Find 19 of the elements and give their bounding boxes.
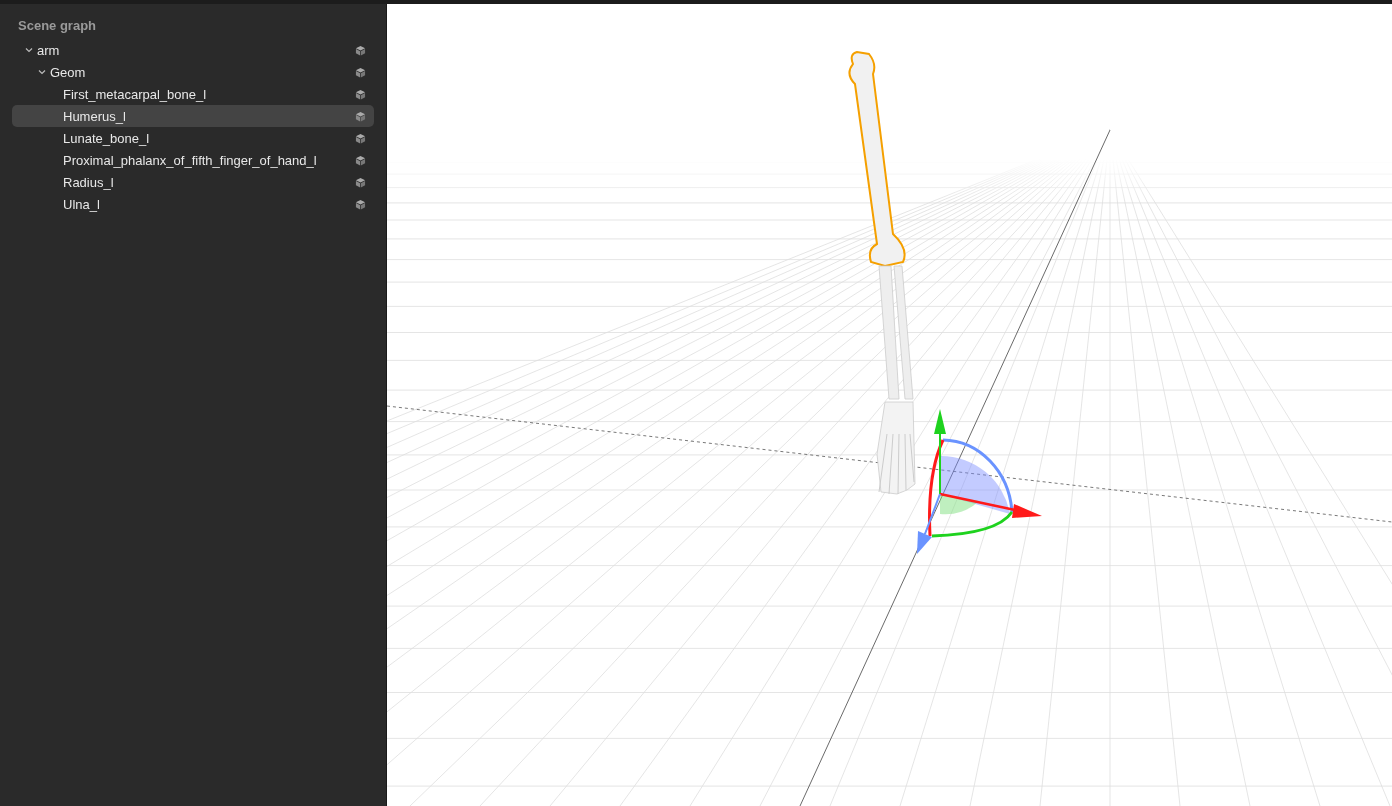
tree-item[interactable]: First_metacarpal_bone_l <box>12 83 374 105</box>
tree-item[interactable]: Proximal_phalanx_of_fifth_finger_of_hand_l <box>12 149 374 171</box>
tree-item[interactable]: Ulna_l <box>12 193 374 215</box>
cube-icon <box>355 176 366 188</box>
cube-icon <box>355 66 366 78</box>
cube-icon <box>355 154 366 166</box>
cube-icon <box>355 110 366 122</box>
chevron-icon[interactable] <box>24 45 34 55</box>
cube-icon <box>355 88 366 100</box>
tree-item[interactable]: Lunate_bone_l <box>12 127 374 149</box>
tree-item[interactable]: Radius_l <box>12 171 374 193</box>
cube-icon <box>355 198 366 210</box>
tree-item[interactable]: arm <box>12 39 374 61</box>
cube-icon <box>355 132 366 144</box>
tree-item[interactable]: Humerus_l <box>12 105 374 127</box>
cube-icon <box>355 44 366 56</box>
tree-item[interactable]: Geom <box>12 61 374 83</box>
chevron-icon[interactable] <box>37 67 47 77</box>
panel-title: Scene graph <box>17 17 98 35</box>
